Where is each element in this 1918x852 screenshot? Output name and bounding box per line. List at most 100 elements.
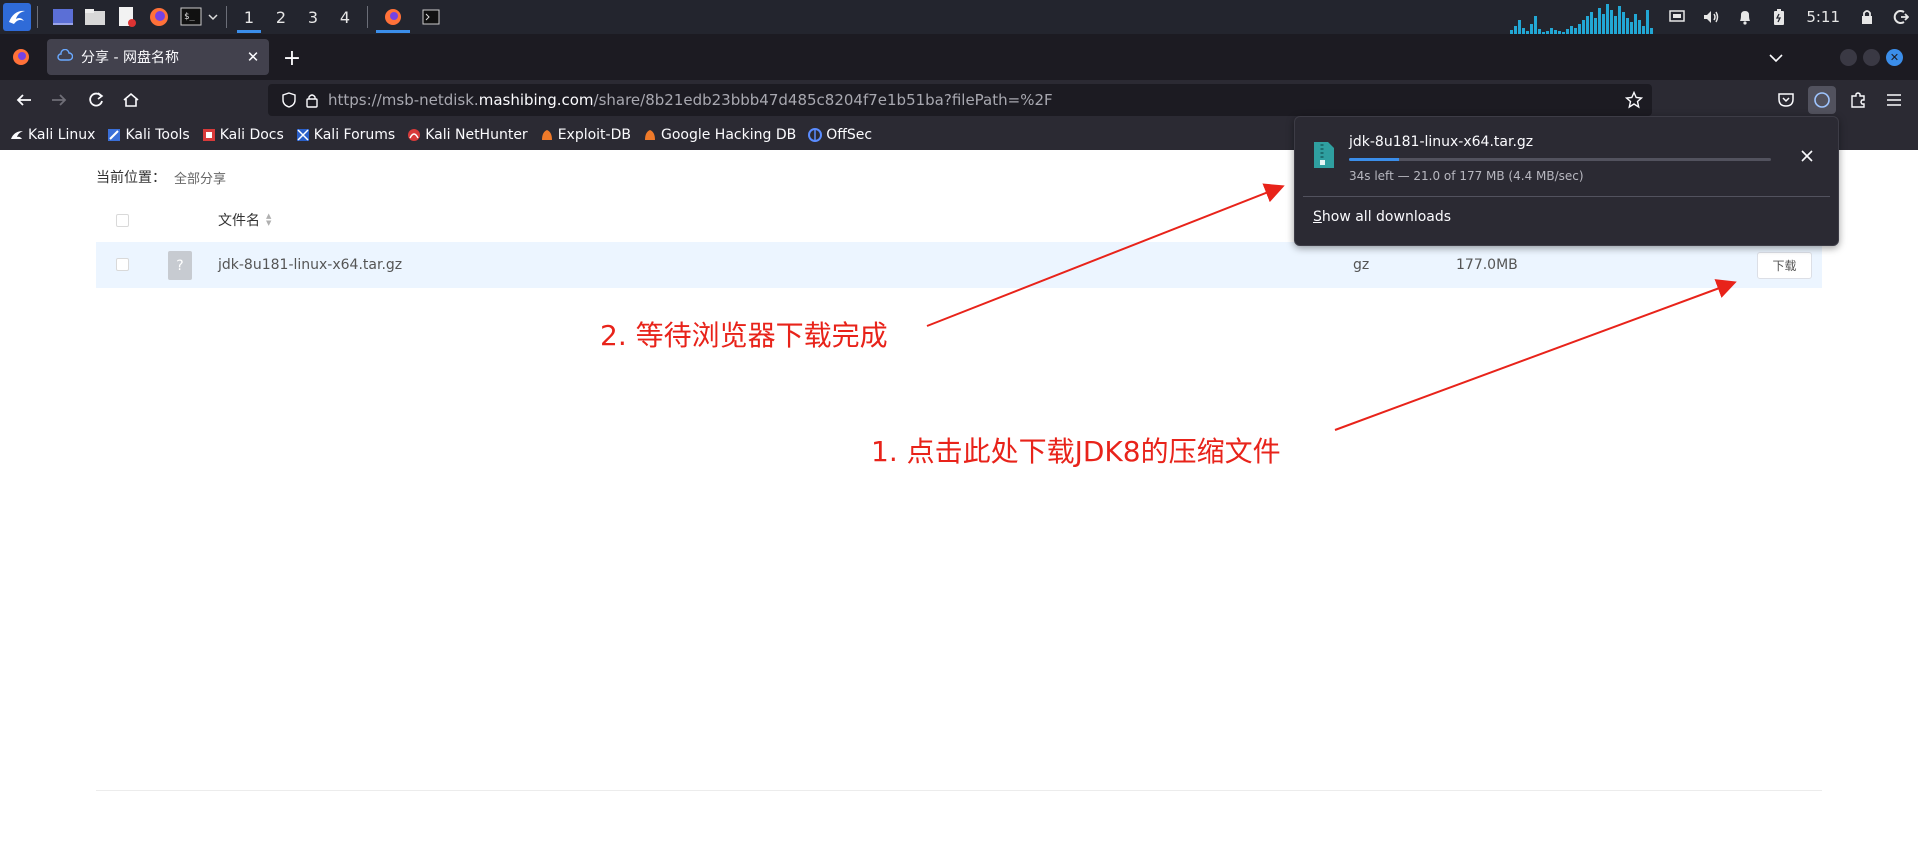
show-all-label: how all downloads xyxy=(1321,209,1452,225)
select-all-checkbox[interactable] xyxy=(116,213,129,227)
logout-icon[interactable] xyxy=(1884,0,1918,34)
tab-active[interactable]: 分享 - 网盘名称 ✕ xyxy=(47,39,269,75)
url-text[interactable]: https://msb-netdisk.mashibing.com/share/… xyxy=(328,91,1053,109)
volume-icon[interactable] xyxy=(1694,0,1728,34)
accesskey-letter: S xyxy=(1313,209,1322,225)
bookmark-kali-forums[interactable]: Kali Forums xyxy=(296,127,395,143)
bookmark-kali-linux[interactable]: Kali Linux xyxy=(10,127,95,143)
panel-separator xyxy=(1303,196,1830,197)
file-name[interactable]: jdk-8u181-linux-x64.tar.gz xyxy=(218,257,402,273)
spectrum-bar xyxy=(1582,20,1585,34)
workspace-1[interactable]: 1 xyxy=(233,0,265,34)
desktop-icon[interactable] xyxy=(50,4,76,30)
spectrum-bar xyxy=(1610,10,1613,34)
url-bar[interactable]: https://msb-netdisk.mashibing.com/share/… xyxy=(268,84,1652,116)
bookmark-offsec[interactable]: OffSec xyxy=(808,127,872,143)
new-tab-button[interactable]: + xyxy=(278,44,306,72)
download-progress-bar xyxy=(1349,158,1771,161)
chevron-down-icon[interactable] xyxy=(206,4,220,30)
home-button[interactable] xyxy=(117,86,145,114)
page-content: 当前位置： 全部分享 文件名 ▲ ▼ ? jdk-8u181-linux-x64.… xyxy=(0,150,1918,852)
kali-dragon-icon xyxy=(10,128,24,142)
table-row[interactable]: ? jdk-8u181-linux-x64.tar.gz gz 177.0MB … xyxy=(96,242,1822,288)
terminal-launcher-icon[interactable]: $_ xyxy=(178,4,204,30)
footer-divider xyxy=(96,790,1822,791)
firefox-launcher-icon[interactable] xyxy=(146,4,172,30)
file-manager-icon[interactable] xyxy=(82,4,108,30)
url-domain: mashibing.com xyxy=(478,91,594,109)
workspace-4[interactable]: 4 xyxy=(329,0,361,34)
cloud-icon xyxy=(57,48,74,65)
clock[interactable]: 5:11 xyxy=(1806,8,1840,26)
breadcrumb: 当前位置： 全部分享 xyxy=(96,167,226,187)
row-checkbox[interactable] xyxy=(116,258,129,271)
spectrum-bar xyxy=(1602,14,1605,34)
bookmark-kali-docs[interactable]: Kali Docs xyxy=(202,127,284,143)
lock-icon[interactable] xyxy=(306,93,318,108)
shield-icon[interactable] xyxy=(282,92,296,108)
file-size: 177.0MB xyxy=(1456,257,1518,273)
svg-text:$_: $_ xyxy=(184,12,195,22)
kali-taskbar: $_ 1 2 3 4 5:11 xyxy=(0,0,1918,34)
download-filename[interactable]: jdk-8u181-linux-x64.tar.gz xyxy=(1349,134,1533,150)
pocket-icon[interactable] xyxy=(1772,86,1800,114)
maximize-button[interactable] xyxy=(1863,49,1880,66)
reload-button[interactable] xyxy=(82,86,110,114)
bookmark-exploit-db[interactable]: Exploit-DB xyxy=(540,127,631,143)
file-type: gz xyxy=(1353,257,1370,273)
downloads-button[interactable] xyxy=(1808,86,1836,114)
bookmark-google-hacking-db[interactable]: Google Hacking DB xyxy=(643,127,796,143)
close-icon[interactable]: ✕ xyxy=(241,45,265,69)
minimize-button[interactable] xyxy=(1840,49,1857,66)
text-editor-icon[interactable] xyxy=(114,4,140,30)
spectrum-bar xyxy=(1630,22,1633,34)
window-close-button[interactable]: ✕ xyxy=(1886,49,1903,66)
bookmark-star-icon[interactable] xyxy=(1622,88,1646,112)
audio-spectrum-visualizer xyxy=(1510,0,1654,34)
spectrum-bar xyxy=(1646,10,1649,34)
spectrum-bar xyxy=(1614,16,1617,34)
download-button[interactable]: 下载 xyxy=(1757,252,1812,279)
kali-docs-icon xyxy=(202,128,216,142)
spectrum-bar xyxy=(1622,12,1625,34)
taskbar-separator xyxy=(367,6,368,28)
battery-icon[interactable] xyxy=(1762,0,1796,34)
column-header-filename[interactable]: 文件名 ▲ ▼ xyxy=(218,210,271,230)
spectrum-bar xyxy=(1518,20,1521,34)
taskbar-firefox-window[interactable] xyxy=(374,0,412,34)
cancel-download-button[interactable] xyxy=(1795,144,1819,168)
taskbar-terminal-window[interactable] xyxy=(412,0,450,34)
extensions-icon[interactable] xyxy=(1844,86,1872,114)
ghdb-icon xyxy=(643,128,657,142)
browser-tab-bar: 分享 - 网盘名称 ✕ + ✕ xyxy=(0,34,1918,80)
bookmark-kali-nethunter[interactable]: Kali NetHunter xyxy=(407,127,528,143)
notification-bell-icon[interactable] xyxy=(1728,0,1762,34)
workspace-2[interactable]: 2 xyxy=(265,0,297,34)
download-progress-fill xyxy=(1349,158,1400,161)
spectrum-bar xyxy=(1570,26,1573,34)
lock-icon[interactable] xyxy=(1850,0,1884,34)
firefox-view-icon[interactable] xyxy=(8,44,34,70)
show-all-downloads-link[interactable]: Show all downloads xyxy=(1313,209,1451,225)
hamburger-menu-icon[interactable] xyxy=(1880,86,1908,114)
archive-file-icon xyxy=(1313,141,1335,169)
sort-icon[interactable]: ▲ ▼ xyxy=(266,213,271,227)
breadcrumb-all-shares[interactable]: 全部分享 xyxy=(174,168,226,187)
bookmark-kali-tools[interactable]: Kali Tools xyxy=(107,127,190,143)
kali-menu-icon[interactable] xyxy=(3,3,31,31)
workspace-3[interactable]: 3 xyxy=(297,0,329,34)
bookmark-label: Google Hacking DB xyxy=(660,127,797,143)
url-path: /share/8b21edb23bbb47d485c8204f7e1b51ba?… xyxy=(593,91,1053,109)
nethunter-icon xyxy=(407,128,421,142)
download-status: 34s left — 21.0 of 177 MB (4.4 MB/sec) xyxy=(1349,169,1584,183)
spectrum-bar xyxy=(1642,26,1645,34)
forward-button[interactable] xyxy=(45,86,73,114)
spectrum-bar xyxy=(1626,18,1629,34)
browser-nav-bar: https://msb-netdisk.mashibing.com/share/… xyxy=(0,80,1918,120)
bookmark-label: Kali NetHunter xyxy=(425,127,528,143)
display-icon[interactable] xyxy=(1660,0,1694,34)
chevron-down-icon[interactable] xyxy=(1762,44,1790,72)
downloads-panel: jdk-8u181-linux-x64.tar.gz 34s left — 21… xyxy=(1294,116,1839,246)
tab-title: 分享 - 网盘名称 xyxy=(81,50,179,66)
back-button[interactable] xyxy=(10,86,38,114)
